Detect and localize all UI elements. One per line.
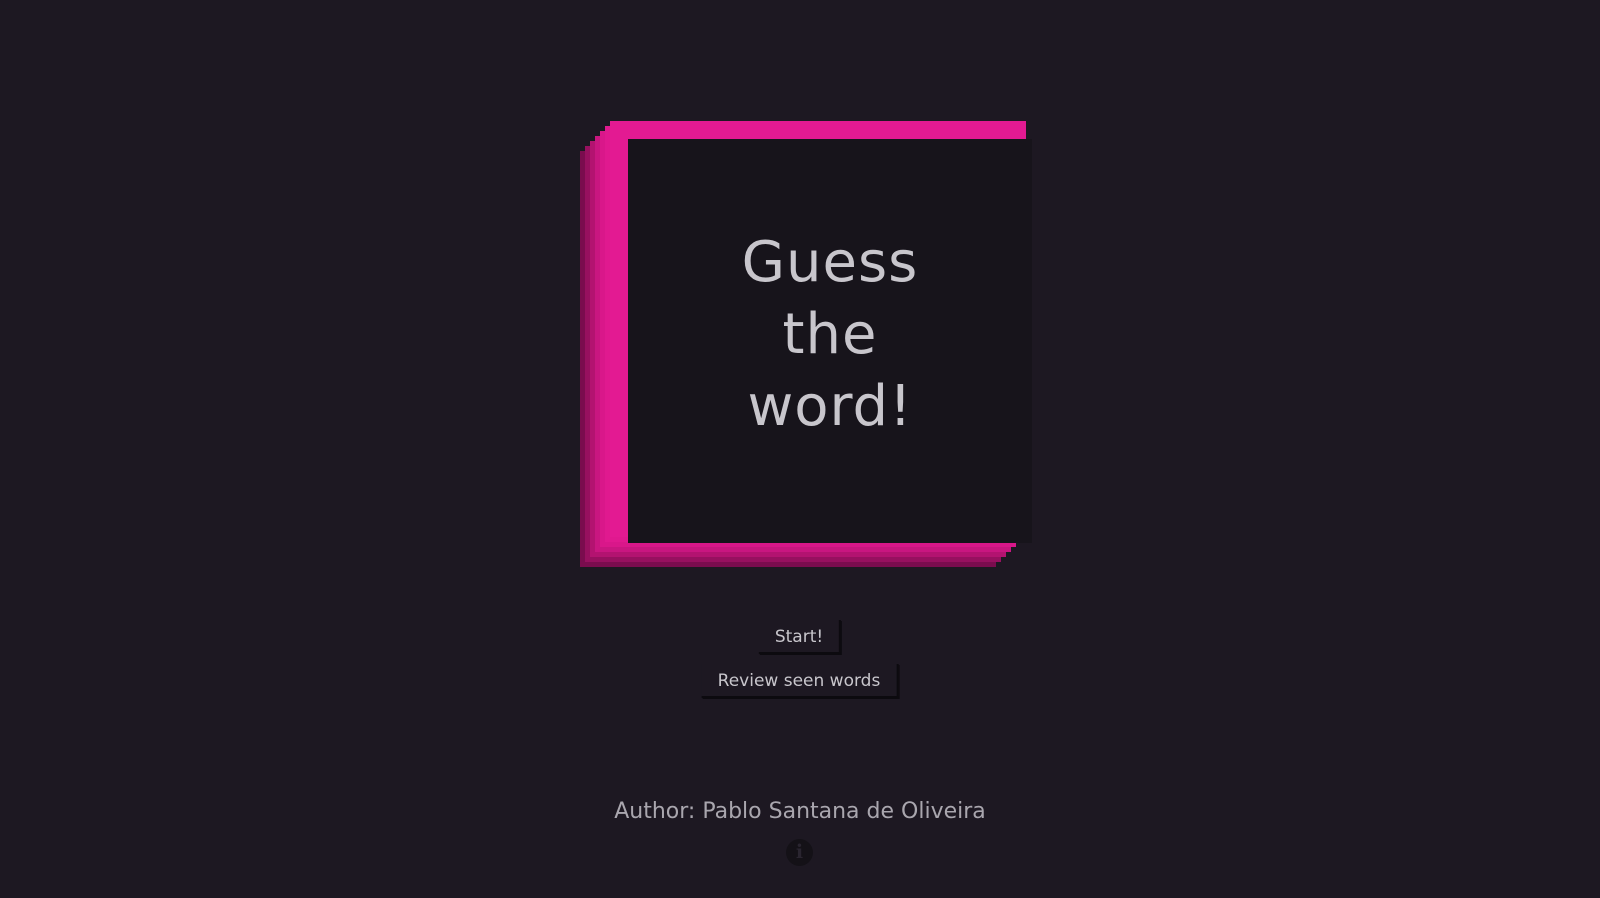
- review-seen-words-button[interactable]: Review seen words: [701, 664, 899, 698]
- author-name: Pablo Santana de Oliveira: [702, 799, 986, 824]
- start-screen: Guess the word! Start! Review seen words…: [0, 0, 1600, 898]
- card-inner: Guess the word!: [628, 139, 1032, 543]
- start-button[interactable]: Start!: [758, 620, 842, 654]
- game-title-line: word!: [747, 374, 913, 439]
- game-title-line: the: [782, 302, 878, 367]
- game-title-line: Guess: [741, 230, 919, 295]
- title-card: Guess the word!: [580, 121, 1032, 567]
- card-border: Guess the word!: [610, 121, 1032, 543]
- info-icon: i: [795, 841, 804, 863]
- author-credit: Author: Pablo Santana de Oliveira: [0, 798, 1600, 826]
- author-label: Author:: [614, 799, 696, 824]
- game-title: Guess the word!: [720, 227, 940, 443]
- info-button[interactable]: i: [786, 839, 813, 866]
